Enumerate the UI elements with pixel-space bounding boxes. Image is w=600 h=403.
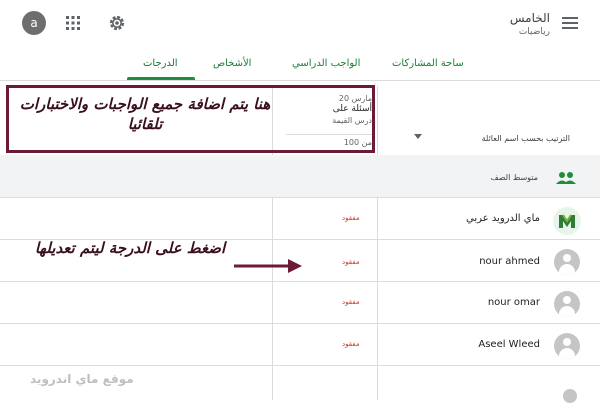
- grid-divider: [0, 323, 600, 324]
- student-name[interactable]: ماي الدرويد عربي: [466, 213, 540, 224]
- tab-stream[interactable]: ساحة المشاركات: [392, 58, 464, 69]
- hamburger-menu-icon[interactable]: [562, 16, 578, 30]
- tab-bar: ساحة المشاركات الواجب الدراسي الأشخاص ال…: [0, 46, 600, 81]
- grade-cell-status[interactable]: مفقود: [342, 340, 360, 348]
- student-avatar: [554, 249, 580, 275]
- grade-cell-status[interactable]: مفقود: [342, 298, 360, 306]
- annotation-callout-text: هنا يتم اضافة جميع الواجبات والاختبارات …: [19, 95, 271, 133]
- student-avatar: [554, 333, 580, 359]
- top-app-bar: a الخامس رياضيات: [0, 0, 600, 46]
- sort-label: الترتيب بحسب اسم العائلة: [481, 134, 570, 143]
- grid-divider: [0, 365, 600, 366]
- tab-people[interactable]: الأشخاص: [213, 58, 251, 69]
- student-avatar: [553, 207, 581, 235]
- apps-grid-icon[interactable]: [65, 15, 81, 31]
- gear-icon[interactable]: [107, 13, 127, 33]
- student-name[interactable]: nour ahmed: [479, 256, 540, 267]
- student-name[interactable]: Aseel Wleed: [478, 339, 540, 350]
- arrow-right-icon: [234, 259, 302, 273]
- people-icon: [556, 172, 576, 184]
- watermark: موقع ماي اندرويد: [30, 372, 134, 386]
- annotation-edit-note: اضغط على الدرجة ليتم تعديلها: [34, 239, 226, 257]
- grid-divider: [0, 197, 600, 198]
- tab-grades[interactable]: الدرجات: [143, 58, 178, 69]
- student-avatar: [563, 389, 577, 403]
- sort-dropdown[interactable]: الترتيب بحسب اسم العائلة: [400, 132, 580, 148]
- account-avatar[interactable]: a: [22, 11, 46, 35]
- grade-cell-status[interactable]: مفقود: [342, 258, 360, 266]
- class-name[interactable]: الخامس: [510, 11, 550, 25]
- chevron-down-icon: [414, 134, 422, 139]
- tab-classwork[interactable]: الواجب الدراسي: [292, 58, 360, 69]
- student-avatar: [554, 291, 580, 317]
- student-name[interactable]: nour omar: [488, 297, 540, 308]
- grade-cell-status[interactable]: مفقود: [342, 214, 360, 222]
- grid-column-divider: [377, 86, 378, 400]
- mai-android-logo-icon: [554, 208, 580, 234]
- class-average-row: متوسط الصف: [0, 155, 600, 197]
- active-tab-indicator: [127, 77, 195, 80]
- class-average-label: متوسط الصف: [490, 173, 538, 182]
- grid-divider: [0, 281, 600, 282]
- class-subject: رياضيات: [518, 27, 550, 37]
